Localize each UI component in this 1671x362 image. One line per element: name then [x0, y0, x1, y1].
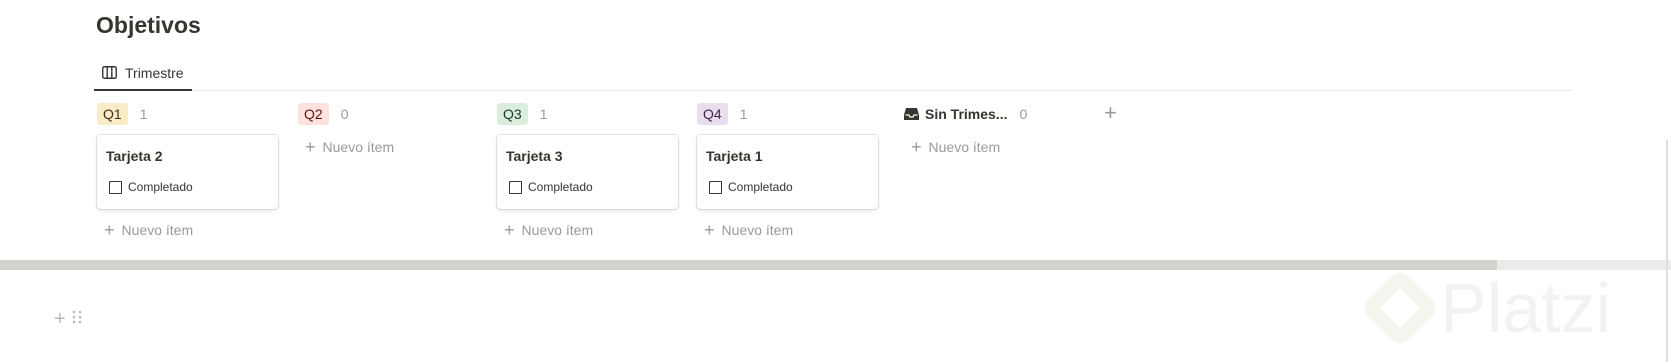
completed-property: Completado	[509, 180, 593, 194]
page-title: Objetivos	[96, 12, 201, 38]
plus-icon: +	[911, 137, 922, 157]
checkbox[interactable]	[709, 180, 722, 194]
board-card[interactable]: Tarjeta 2 Completado	[97, 135, 278, 209]
new-item-label: Nuevo ítem	[121, 222, 194, 238]
group-count: 0	[340, 106, 349, 122]
group-badge[interactable]: Q3	[497, 103, 528, 125]
board-column-no-group: Sin Trimes... 0 + Nuevo ítem	[904, 102, 1087, 158]
new-item-button[interactable]: + Nuevo ítem	[97, 219, 280, 241]
new-item-button[interactable]: + Nuevo ítem	[904, 136, 1087, 158]
new-item-label: Nuevo ítem	[721, 222, 794, 238]
card-title: Tarjeta 2	[106, 148, 163, 164]
board-column-q2: Q2 0 + Nuevo ítem	[298, 102, 481, 158]
checkbox-label: Completado	[728, 180, 793, 194]
block-controls: +	[54, 308, 82, 331]
vertical-scrollbar[interactable]	[1666, 140, 1668, 362]
card-title: Tarjeta 1	[706, 148, 763, 164]
plus-icon: +	[704, 220, 715, 240]
group-count: 1	[139, 106, 148, 122]
new-item-button[interactable]: + Nuevo ítem	[497, 219, 680, 241]
checkbox[interactable]	[109, 180, 122, 194]
platzi-watermark: Platzi	[1360, 268, 1612, 348]
checkbox-label: Completado	[128, 180, 193, 194]
board-card[interactable]: Tarjeta 1 Completado	[697, 135, 878, 209]
completed-property: Completado	[709, 180, 793, 194]
inbox-icon	[904, 107, 919, 121]
group-label[interactable]: Sin Trimes...	[925, 106, 1007, 122]
board-column-q1: Q1 1 Tarjeta 2 Completado + Nuevo ítem	[97, 102, 280, 241]
completed-property: Completado	[109, 180, 193, 194]
checkbox-label: Completado	[528, 180, 593, 194]
board-icon	[102, 66, 117, 79]
platzi-logo-icon	[1360, 268, 1440, 348]
new-item-button[interactable]: + Nuevo ítem	[697, 219, 880, 241]
scrollbar-thumb[interactable]	[0, 260, 1497, 270]
new-item-label: Nuevo ítem	[928, 139, 1001, 155]
checkbox[interactable]	[509, 180, 522, 194]
tab-label: Trimestre	[125, 64, 184, 81]
plus-icon: +	[305, 137, 316, 157]
group-count: 1	[739, 106, 748, 122]
group-badge[interactable]: Q1	[97, 103, 128, 125]
add-group-button[interactable]: +	[1104, 100, 1117, 126]
plus-icon: +	[104, 220, 115, 240]
board-card[interactable]: Tarjeta 3 Completado	[497, 135, 678, 209]
view-tabs: Trimestre	[94, 56, 1572, 91]
card-title: Tarjeta 3	[506, 148, 563, 164]
drag-handle-icon[interactable]	[72, 310, 82, 329]
tab-trimestre[interactable]: Trimestre	[94, 56, 192, 91]
add-block-icon[interactable]: +	[54, 308, 66, 331]
plus-icon: +	[504, 220, 515, 240]
board-column-q4: Q4 1 Tarjeta 1 Completado + Nuevo ítem	[697, 102, 880, 241]
board-column-q3: Q3 1 Tarjeta 3 Completado + Nuevo ítem	[497, 102, 680, 241]
new-item-button[interactable]: + Nuevo ítem	[298, 136, 481, 158]
group-count: 1	[539, 106, 548, 122]
new-item-label: Nuevo ítem	[322, 139, 395, 155]
watermark-text: Platzi	[1440, 269, 1612, 347]
group-badge[interactable]: Q2	[298, 103, 329, 125]
group-count: 0	[1019, 106, 1028, 122]
group-badge[interactable]: Q4	[697, 103, 728, 125]
new-item-label: Nuevo ítem	[521, 222, 594, 238]
